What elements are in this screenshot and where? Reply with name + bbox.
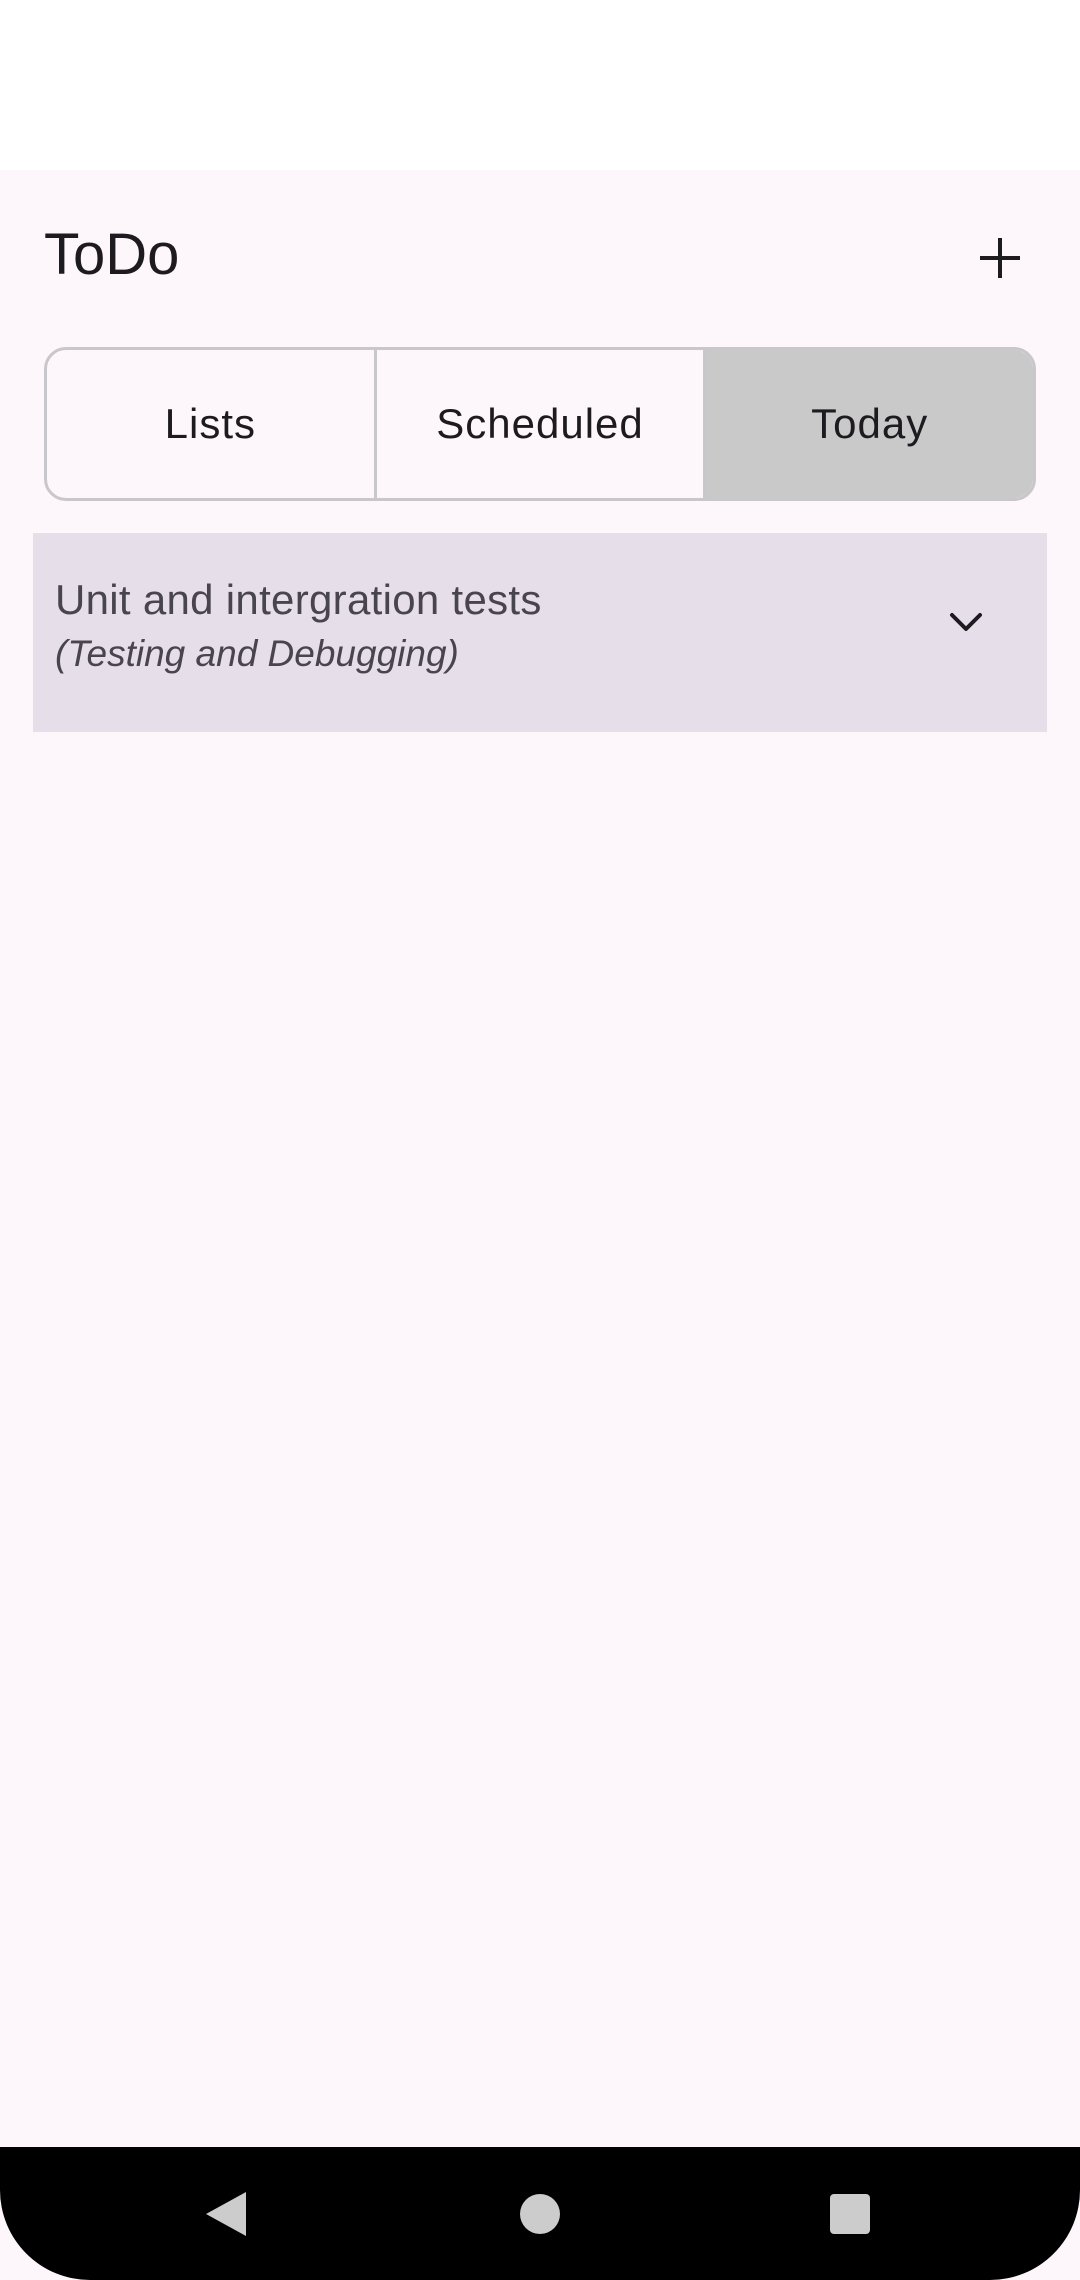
recents-button[interactable] [790, 2147, 910, 2280]
recents-square-icon [830, 2193, 870, 2234]
back-button[interactable] [166, 2147, 286, 2280]
add-button[interactable] [964, 222, 1036, 294]
chevron-down-icon [950, 613, 982, 631]
tab-scheduled[interactable]: Scheduled [373, 350, 704, 498]
home-button[interactable] [480, 2147, 600, 2280]
back-triangle-icon [206, 2191, 246, 2236]
app-title: ToDo [44, 222, 180, 287]
system-navigation-bar [0, 2147, 1080, 2280]
home-circle-icon [520, 2193, 560, 2234]
expand-button[interactable] [931, 587, 1001, 657]
screen: ToDo Lists Scheduled Today Unit and inte… [0, 0, 1080, 2280]
plus-icon [980, 238, 1020, 278]
tab-today[interactable]: Today [703, 350, 1033, 498]
list-item[interactable]: Unit and intergration tests (Testing and… [33, 533, 1047, 732]
list-item-subtitle: (Testing and Debugging) [55, 633, 459, 674]
view-segmented-control: Lists Scheduled Today [44, 347, 1036, 501]
list-item-title: Unit and intergration tests [55, 576, 542, 623]
top-app-bar: ToDo [0, 170, 1080, 350]
tab-lists[interactable]: Lists [47, 350, 374, 498]
status-bar [0, 0, 1080, 170]
